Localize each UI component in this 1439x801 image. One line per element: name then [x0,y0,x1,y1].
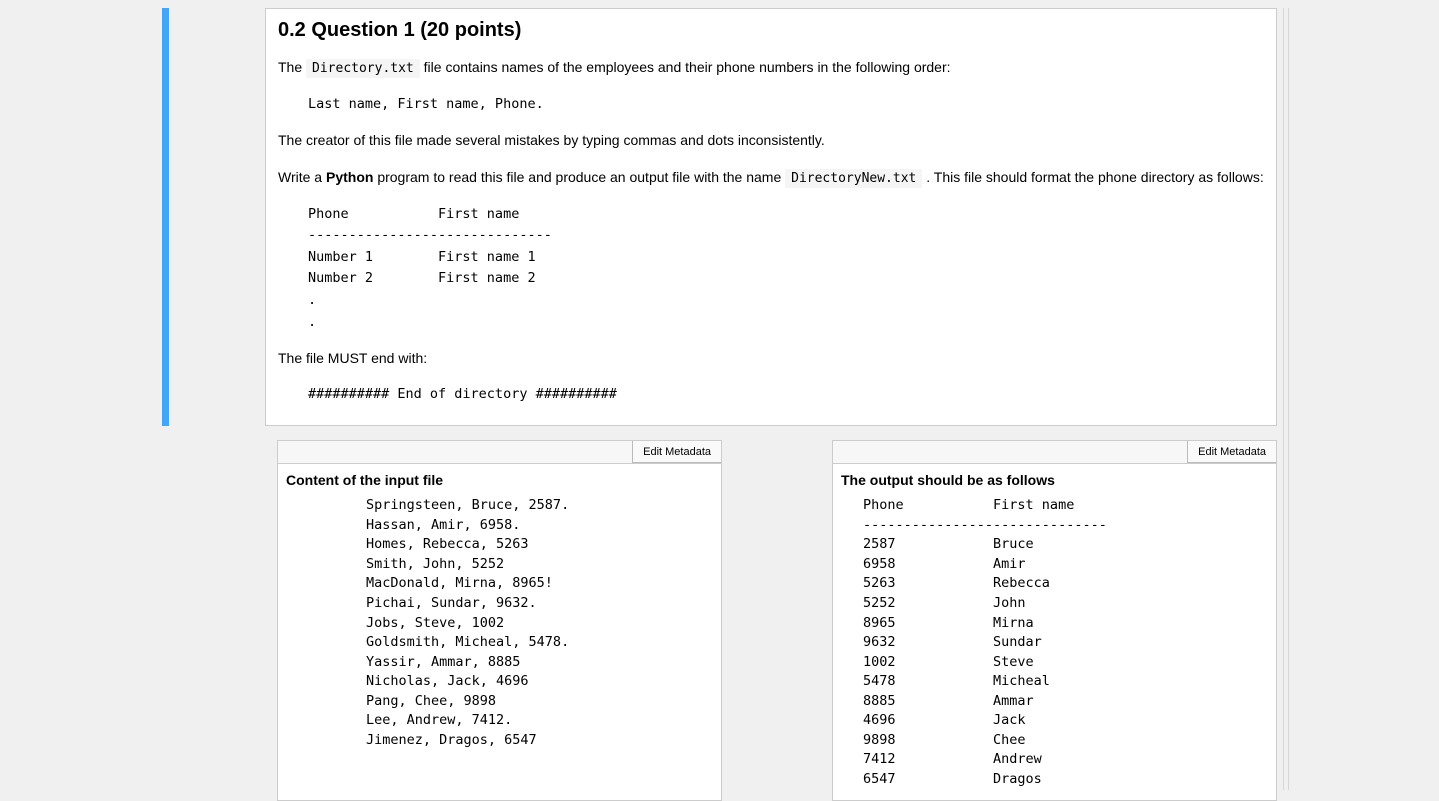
question-cell: 0.2 Question 1 (20 points) The Directory… [162,8,1277,426]
question-cell-body: 0.2 Question 1 (20 points) The Directory… [265,8,1277,426]
expected-output-content: Phone First name -----------------------… [863,496,1268,789]
bold-python: Python [326,169,373,185]
question-line-2: The creator of this file made several mi… [278,129,1264,151]
expected-output-title: The output should be as follows [841,472,1055,488]
prompt-gutter [169,8,265,426]
end-of-directory-line: ########## End of directory ########## [308,384,1264,406]
code-filename-output: DirectoryNew.txt [785,169,922,188]
sample-output-block: Phone First name -----------------------… [308,204,1264,334]
format-spec-line: Last name, First name, Phone. [308,94,1264,116]
text: The [278,59,306,75]
question-line-4: The file MUST end with: [278,347,1264,369]
input-file-title: Content of the input file [286,472,443,488]
expected-output-cell: Edit Metadata The output should be as fo… [832,440,1277,800]
cell-toolbar: Edit Metadata [833,441,1276,464]
code-filename-input: Directory.txt [306,59,420,78]
input-file-cell: Edit Metadata Content of the input file … [277,440,722,800]
cell-toolbar: Edit Metadata [278,441,721,464]
prompt-gutter [162,440,263,800]
question-heading: 0.2 Question 1 (20 points) [278,19,1264,42]
question-line-3: Write a Python program to read this file… [278,166,1264,190]
question-line-1: The Directory.txt file contains names of… [278,56,1264,80]
text: program to read this file and produce an… [373,169,785,185]
text: file contains names of the employees and… [420,59,951,75]
examples-inner: Edit Metadata Content of the input file … [277,440,1277,800]
input-file-content: Springsteen, Bruce, 2587. Hassan, Amir, … [366,496,713,750]
text: Write a [278,169,326,185]
edit-metadata-button[interactable]: Edit Metadata [1187,441,1276,463]
notebook: 0.2 Question 1 (20 points) The Directory… [162,8,1277,801]
examples-row: Edit Metadata Content of the input file … [162,440,1277,800]
text: . This file should format the phone dire… [922,169,1263,185]
edit-metadata-button[interactable]: Edit Metadata [632,441,721,463]
cell-selection-bar [162,8,169,426]
